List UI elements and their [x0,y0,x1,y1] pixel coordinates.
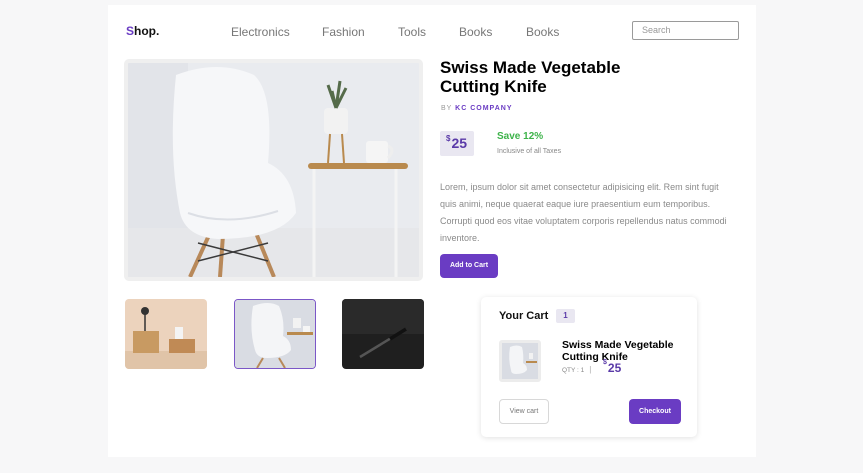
price-badge: $25 [440,131,474,156]
product-byline: BY KC COMPANY [441,105,513,112]
logo-initial: S [126,24,135,38]
cart-item-qty: QTY : 1 | [562,365,596,374]
nav-electronics[interactable]: Electronics [231,25,290,39]
cart-panel: Your Cart 1 Swiss Made Vegetable Cutting… [481,297,697,437]
by-label: BY [441,105,453,112]
search-input[interactable]: Search [632,21,739,40]
nav-fashion[interactable]: Fashion [322,25,365,39]
tax-note: Inclusive of all Taxes [497,148,562,155]
thumbnail-1[interactable] [125,299,207,369]
meta-separator: | [589,365,592,374]
product-main-image [124,59,423,281]
logo-text: hop. [134,24,160,38]
product-description: Lorem, ipsum dolor sit amet consectetur … [440,182,727,243]
nav-books[interactable]: Books [459,25,492,39]
nav-tools[interactable]: Tools [398,25,426,39]
cart-title: Your Cart [499,310,549,322]
shop-logo[interactable]: Shop. [126,24,159,38]
view-cart-button[interactable]: View cart [499,399,549,424]
save-label: Save 12% [497,131,544,142]
add-to-cart-button[interactable]: Add to Cart [440,254,498,278]
thumbnail-3[interactable] [342,299,424,369]
cart-price-value: 25 [607,361,622,375]
currency-symbol: $ [446,134,451,143]
cart-item-price: $25 [603,359,622,375]
company-name[interactable]: KC COMPANY [455,105,512,112]
cart-item-image [499,340,541,382]
cart-currency: $ [603,359,607,366]
product-title: Swiss Made Vegetable Cutting Knife [440,58,621,96]
search-placeholder: Search [642,25,671,35]
checkout-button[interactable]: Checkout [629,399,681,424]
thumbnail-2[interactable] [234,299,316,369]
cart-item-name: Swiss Made Vegetable Cutting Knife [562,339,674,363]
qty-label: QTY : 1 [562,367,585,374]
nav-books-2[interactable]: Books [526,25,559,39]
price-value: 25 [451,135,468,151]
product-page: Shop. Electronics Fashion Tools Books Bo… [108,5,756,457]
cart-count-badge: 1 [556,309,575,323]
